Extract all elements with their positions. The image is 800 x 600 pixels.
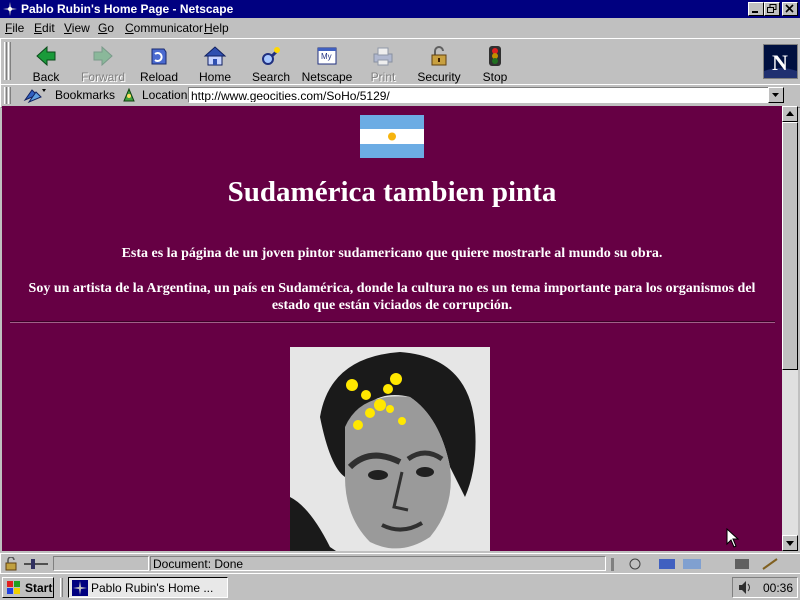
svg-text:My: My [321, 52, 332, 61]
scroll-up-arrow-icon [786, 111, 794, 116]
taskbar-netscape-button[interactable]: Pablo Rubin's Home ... [68, 577, 228, 598]
menu-edit[interactable]: Edit [34, 21, 55, 35]
security-status-icon[interactable] [4, 557, 18, 571]
netscape-icon: My [317, 47, 337, 65]
system-tray: 00:36 [732, 577, 798, 598]
home-button[interactable]: Home [187, 43, 243, 84]
stop-label: Stop [482, 70, 508, 84]
menu-communicator[interactable]: Communicator [125, 21, 203, 35]
home-icon [203, 46, 227, 66]
status-text: Document: Done [153, 557, 244, 571]
url-field[interactable]: http://www.geocities.com/SoHo/5129/ [188, 87, 768, 103]
menu-file[interactable]: File [5, 21, 24, 35]
toolbar-grip[interactable] [4, 42, 7, 80]
window-title: Pablo Rubin's Home Page - Netscape [21, 2, 234, 16]
mouse-cursor-icon [726, 528, 740, 548]
artist-portrait-image [290, 347, 490, 551]
page-heading: Sudamérica tambien pinta [227, 176, 557, 208]
minimize-button[interactable] [748, 2, 764, 16]
netscape-button[interactable]: My Netscape [299, 43, 355, 84]
search-button[interactable]: Search [243, 43, 299, 84]
print-label: Print [370, 70, 396, 84]
toolbar-grip[interactable] [8, 42, 11, 80]
scroll-thumb[interactable] [782, 122, 798, 370]
menu-help[interactable]: Help [204, 21, 229, 35]
security-button[interactable]: Security [411, 43, 467, 84]
print-icon [373, 47, 393, 66]
status-bar: Document: Done [0, 553, 800, 575]
page-viewport[interactable]: Sudamérica tambien pinta Esta es la pági… [2, 106, 782, 551]
task-label: Pablo Rubin's Home ... [91, 581, 214, 595]
taskbar-divider [60, 578, 63, 597]
volume-icon[interactable] [737, 580, 753, 595]
reload-label: Reload [139, 70, 179, 84]
clock: 00:36 [763, 581, 794, 595]
home-label: Home [198, 70, 231, 84]
progress-panel [53, 556, 149, 571]
minimize-icon [752, 11, 758, 13]
forward-button[interactable]: Forward [75, 43, 131, 84]
netscape-n-icon: N [764, 45, 797, 78]
bookmarks-icon [23, 89, 46, 104]
print-button[interactable]: Print [355, 43, 411, 84]
stop-icon [489, 46, 501, 66]
page-proxy-icon[interactable] [121, 87, 137, 103]
url-dropdown-button[interactable] [768, 87, 784, 103]
toolbar-grip[interactable] [8, 87, 11, 104]
search-label: Search [251, 70, 291, 84]
close-button[interactable] [782, 2, 798, 16]
toolbar-grip[interactable] [4, 87, 7, 104]
reload-icon [151, 48, 167, 65]
connection-status-icon [24, 559, 48, 569]
start-label: Start [25, 581, 53, 595]
stop-button[interactable]: Stop [467, 43, 523, 84]
intro-paragraph-2: Soy un artista de la Argentina, un país … [28, 281, 756, 313]
component-bar [611, 558, 778, 571]
menu-bar: File Edit View Go Communicator Help [0, 19, 800, 38]
navigation-toolbar: Back Forward Reload Home Search My Netsc… [0, 38, 800, 85]
security-label: Security [417, 70, 461, 84]
reload-button[interactable]: Reload [131, 43, 187, 84]
netscape-task-icon [72, 580, 88, 596]
menu-go[interactable]: Go [98, 21, 114, 35]
svg-text:N: N [772, 50, 788, 75]
location-label: Location: [142, 88, 191, 102]
bookmarks-label: Bookmarks [55, 88, 116, 102]
argentina-flag-image [360, 115, 424, 158]
windows-logo-icon [7, 581, 20, 594]
close-icon [785, 4, 794, 13]
bookmarks-button[interactable]: Bookmarks [23, 86, 116, 104]
vertical-scrollbar[interactable] [782, 106, 798, 551]
scroll-down-button[interactable] [782, 535, 798, 551]
menu-view[interactable]: View [64, 21, 90, 35]
security-lock-icon [431, 46, 447, 66]
title-bar[interactable]: Pablo Rubin's Home Page - Netscape [0, 0, 800, 18]
scroll-down-arrow-icon [786, 541, 794, 546]
back-label: Back [32, 70, 60, 84]
netscape-label: Netscape [301, 70, 353, 84]
netscape-logo[interactable]: N [763, 44, 798, 79]
windows-taskbar: Start Pablo Rubin's Home ... 00:36 [0, 573, 800, 600]
horizontal-rule [10, 321, 775, 323]
forward-label: Forward [80, 70, 125, 84]
restore-button[interactable] [764, 2, 780, 16]
restore-icon [767, 4, 777, 13]
netscape-app-icon [2, 1, 18, 17]
dropdown-arrow-icon [772, 93, 779, 97]
scroll-up-button[interactable] [782, 106, 798, 122]
back-button[interactable]: Back [18, 43, 74, 84]
forward-arrow-icon [93, 45, 113, 67]
intro-paragraph-1: Esta es la página de un joven pintor sud… [121, 246, 663, 261]
back-arrow-icon [36, 45, 56, 67]
search-icon [262, 47, 281, 65]
start-button[interactable]: Start [2, 577, 54, 598]
